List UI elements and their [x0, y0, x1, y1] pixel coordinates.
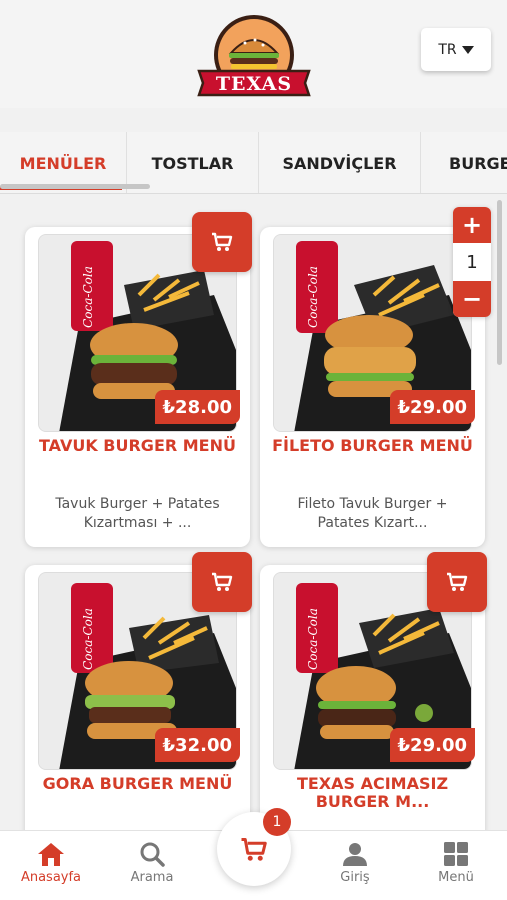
product-card[interactable]: Coca-Cola ₺29.00 FİLETO BURGER MENÜ File… [260, 227, 485, 547]
price-tag: ₺29.00 [389, 390, 475, 424]
cart-icon [212, 232, 233, 251]
nav-label: Anasayfa [20, 870, 82, 885]
price-tag: ₺32.00 [154, 728, 240, 762]
caret-down-icon [461, 45, 474, 54]
quantity-stepper: + 1 − [453, 207, 491, 317]
svg-text:Coca-Cola: Coca-Cola [81, 608, 95, 670]
nav-menu[interactable]: Menü [416, 841, 496, 885]
product-title[interactable]: TEXAS ACIMASIZ BURGER M... [270, 775, 475, 811]
product-description: Fileto Tavuk Burger + Patates Kızart... [297, 496, 448, 531]
product-title[interactable]: GORA BURGER MENÜ [35, 775, 240, 793]
header: TEXAS TR [0, 0, 507, 108]
cart-count-badge: 1 [263, 808, 291, 836]
add-to-cart-button[interactable] [192, 212, 252, 272]
cart-icon [447, 572, 468, 591]
language-selector[interactable]: TR [421, 28, 491, 71]
product-title[interactable]: FİLETO BURGER MENÜ [270, 437, 475, 455]
user-icon [343, 843, 367, 866]
tab-label: TOSTLAR [151, 153, 234, 173]
nav-label: Giriş [340, 870, 370, 885]
cart-icon [241, 837, 267, 861]
horizontal-scrollbar[interactable] [0, 184, 150, 189]
nav-login[interactable]: Giriş [315, 841, 395, 885]
product-card[interactable]: Coca-Cola ₺28.00 TAVUK BURGER MENÜ Tavuk… [25, 227, 250, 547]
svg-text:Coca-Cola: Coca-Cola [306, 266, 320, 328]
nav-label: Arama [130, 870, 174, 885]
tab-sandvicler[interactable]: SANDVİÇLER [259, 132, 421, 193]
texas-logo[interactable]: TEXAS [195, 13, 313, 101]
cart-icon [212, 572, 233, 591]
quantity-value: 1 [466, 251, 478, 273]
tab-label: MENÜLER [19, 153, 107, 173]
search-icon [140, 842, 165, 867]
price-tag: ₺28.00 [154, 390, 240, 424]
nav-home[interactable]: Anasayfa [11, 841, 91, 885]
language-label: TR [438, 41, 457, 58]
nav-label: Menü [438, 870, 474, 885]
decrease-quantity-button[interactable]: − [453, 281, 491, 317]
add-to-cart-button[interactable] [427, 552, 487, 612]
svg-text:Coca-Cola: Coca-Cola [306, 608, 320, 670]
increase-quantity-button[interactable]: + [453, 207, 491, 243]
home-icon [38, 843, 64, 866]
svg-text:Coca-Cola: Coca-Cola [81, 266, 95, 328]
add-to-cart-button[interactable] [192, 552, 252, 612]
product-description: Tavuk Burger + Patates Kızartması + ... [55, 496, 220, 531]
logo-wordmark: TEXAS [216, 73, 292, 95]
nav-search[interactable]: Arama [112, 841, 192, 885]
tab-label: SANDVİÇLER [282, 153, 397, 173]
grid-icon [444, 842, 468, 866]
vertical-scrollbar[interactable] [497, 200, 502, 365]
product-title[interactable]: TAVUK BURGER MENÜ [35, 437, 240, 455]
tab-burger[interactable]: BURGE [421, 132, 507, 193]
tab-label: BURGE [449, 153, 507, 173]
price-tag: ₺29.00 [389, 728, 475, 762]
